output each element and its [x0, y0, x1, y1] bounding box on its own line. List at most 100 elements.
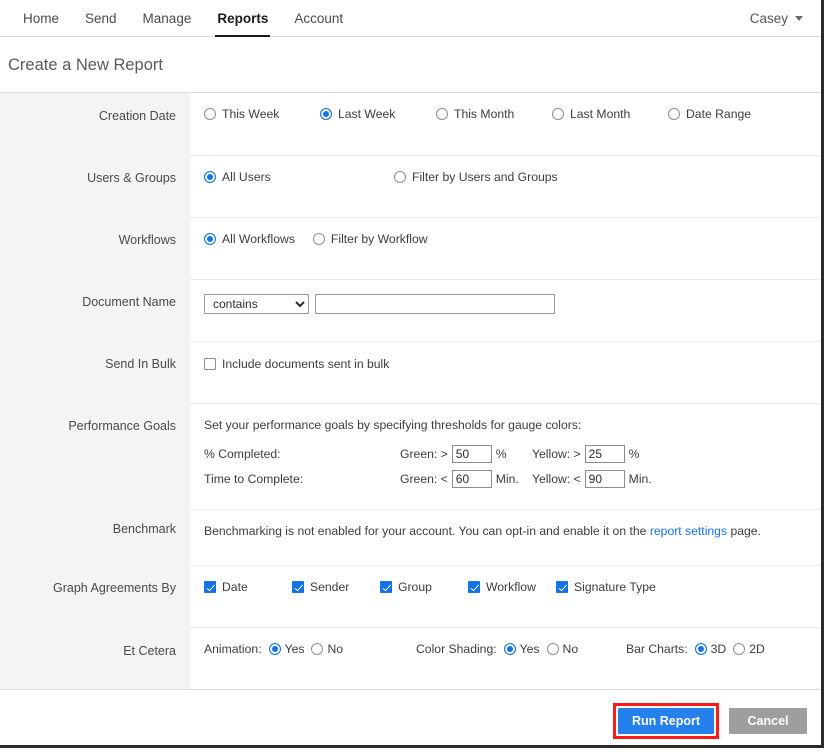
cancel-button[interactable]: Cancel [729, 707, 807, 734]
creation-date-radio-group: This Week Last Week This Month Last Mont… [204, 107, 811, 121]
checkbox-graph-sender[interactable]: Sender [292, 580, 380, 594]
report-settings-link[interactable]: report settings [650, 524, 727, 538]
radio-all-users-label: All Users [222, 170, 271, 184]
radio-last-month-icon [552, 108, 564, 120]
radio-last-week[interactable]: Last Week [320, 107, 436, 121]
top-navigation-bar: Home Send Manage Reports Account Casey [0, 0, 821, 37]
radio-this-month[interactable]: This Month [436, 107, 552, 121]
nav-item-home[interactable]: Home [10, 0, 72, 37]
et-cetera-groups: Animation: Yes No Color Shading: Yes No … [204, 642, 811, 656]
radio-color-shading-yes[interactable]: Yes [503, 642, 540, 656]
label-document-name: Document Name [0, 279, 190, 341]
checkbox-graph-workflow-label: Workflow [486, 580, 536, 594]
radio-animation-no-label: No [327, 642, 344, 656]
checkbox-graph-date-label: Date [222, 580, 248, 594]
checkbox-graph-signature-type[interactable]: Signature Type [556, 580, 656, 594]
radio-date-range[interactable]: Date Range [668, 107, 751, 121]
checkbox-include-bulk-label: Include documents sent in bulk [222, 356, 390, 371]
checkbox-graph-signature-type-icon [556, 581, 568, 593]
checkbox-include-bulk-icon [204, 357, 216, 370]
checkbox-graph-group-icon [380, 581, 392, 593]
radio-all-workflows-label: All Workflows [222, 232, 295, 246]
user-menu-label: Casey [749, 10, 788, 26]
checkbox-graph-date-icon [204, 581, 216, 593]
performance-goal-green-input-completed[interactable] [451, 445, 492, 463]
radio-all-users-icon [204, 171, 216, 183]
cell-benchmark: Benchmarking is not enabled for your acc… [190, 509, 821, 565]
radio-last-month[interactable]: Last Month [552, 107, 668, 121]
checkbox-graph-date[interactable]: Date [204, 580, 292, 594]
benchmark-text-after: page. [727, 524, 761, 538]
radio-all-workflows[interactable]: All Workflows [204, 232, 295, 246]
et-cetera-bar-charts-label: Bar Charts: [626, 642, 688, 656]
performance-goal-row-completed: % Completed: Green: > % Yellow: > % [204, 445, 811, 463]
form-row-graph-agreements-by: Graph Agreements By Date Sender Group Wo… [0, 565, 821, 627]
checkbox-graph-group-label: Group [398, 580, 432, 594]
document-name-input[interactable] [315, 294, 556, 314]
radio-animation-yes-label: Yes [284, 642, 305, 656]
nav-item-account[interactable]: Account [281, 0, 356, 37]
graph-agreements-checkbox-group: Date Sender Group Workflow Signature Typ… [204, 580, 811, 594]
nav-item-send-label: Send [85, 10, 117, 26]
checkbox-include-bulk[interactable]: Include documents sent in bulk [204, 357, 389, 371]
cell-creation-date: This Week Last Week This Month Last Mont… [190, 93, 821, 155]
form-row-send-in-bulk: Send In Bulk Include documents sent in b… [0, 341, 821, 403]
cell-et-cetera: Animation: Yes No Color Shading: Yes No … [190, 627, 821, 689]
performance-goal-yellow-time: Yellow: < Min. [532, 470, 652, 488]
radio-filter-by-workflow-icon [312, 233, 325, 245]
performance-goal-green-label-time: Green: < [400, 472, 448, 486]
radio-date-range-icon [668, 108, 680, 120]
radio-bar-charts-2d[interactable]: 2D [733, 642, 765, 656]
user-menu[interactable]: Casey [750, 11, 807, 26]
performance-goal-yellow-input-time[interactable] [584, 470, 625, 488]
benchmark-text-before: Benchmarking is not enabled for your acc… [204, 524, 650, 538]
radio-this-week[interactable]: This Week [204, 107, 320, 121]
radio-all-workflows-icon [204, 233, 216, 245]
performance-goal-yellow-unit-completed: % [628, 447, 640, 461]
nav-item-send[interactable]: Send [72, 0, 130, 37]
workflows-radio-group: All Workflows Filter by Workflow [204, 232, 811, 246]
checkbox-graph-workflow-icon [468, 581, 480, 593]
performance-goal-yellow-label-time: Yellow: < [532, 472, 581, 486]
performance-goals-intro: Set your performance goals by specifying… [204, 418, 582, 432]
cell-graph-agreements-by: Date Sender Group Workflow Signature Typ… [190, 565, 821, 627]
run-report-highlight-annotation: Run Report [612, 702, 719, 739]
checkbox-graph-group[interactable]: Group [380, 580, 468, 594]
document-name-operator-select[interactable]: contains does not contain is is not star… [204, 294, 309, 314]
performance-goal-yellow-input-completed[interactable] [584, 445, 625, 463]
radio-last-month-label: Last Month [570, 107, 631, 121]
label-users-groups: Users & Groups [0, 155, 190, 217]
radio-this-month-icon [436, 108, 448, 120]
radio-all-users[interactable]: All Users [204, 170, 394, 184]
nav-item-home-label: Home [23, 10, 60, 26]
cell-workflows: All Workflows Filter by Workflow [190, 217, 821, 279]
et-cetera-color-shading-label: Color Shading: [416, 642, 497, 656]
performance-goal-green-unit-completed: % [495, 447, 507, 461]
radio-filter-users-groups[interactable]: Filter by Users and Groups [394, 170, 558, 184]
checkbox-graph-workflow[interactable]: Workflow [468, 580, 556, 594]
run-report-button[interactable]: Run Report [617, 707, 714, 734]
radio-color-shading-no-icon [546, 643, 559, 655]
form-row-users-groups: Users & Groups All Users Filter by Users… [0, 155, 821, 217]
et-cetera-animation-label: Animation: [204, 642, 262, 656]
nav-item-reports[interactable]: Reports [204, 0, 281, 37]
radio-filter-users-groups-icon [394, 171, 406, 183]
radio-animation-yes[interactable]: Yes [268, 642, 305, 656]
performance-goal-green-label-completed: Green: > [400, 447, 448, 461]
nav-item-manage[interactable]: Manage [130, 0, 205, 37]
radio-filter-by-workflow[interactable]: Filter by Workflow [312, 232, 428, 246]
radio-this-week-label: This Week [222, 107, 280, 121]
performance-goal-green-unit-time: Min. [495, 472, 519, 486]
page-title: Create a New Report [8, 56, 163, 74]
radio-animation-no[interactable]: No [311, 642, 343, 656]
radio-bar-charts-2d-label: 2D [749, 642, 765, 656]
radio-animation-no-icon [311, 643, 324, 655]
form-row-creation-date: Creation Date This Week Last Week This M… [0, 93, 821, 155]
radio-bar-charts-3d-icon [694, 643, 707, 655]
radio-color-shading-yes-label: Yes [519, 642, 540, 656]
radio-filter-users-groups-label: Filter by Users and Groups [412, 170, 558, 184]
radio-bar-charts-3d[interactable]: 3D [694, 642, 726, 656]
radio-color-shading-no[interactable]: No [546, 642, 579, 656]
performance-goal-green-input-time[interactable] [451, 470, 492, 488]
radio-color-shading-no-label: No [562, 642, 579, 656]
